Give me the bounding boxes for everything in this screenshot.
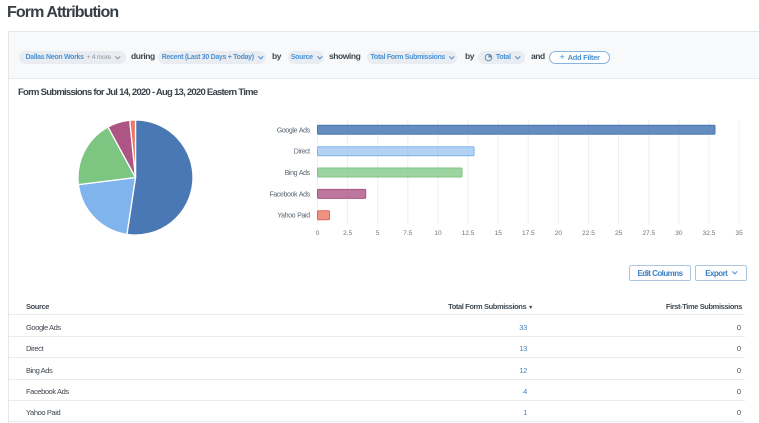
svg-text:2.5: 2.5 <box>343 230 352 237</box>
svg-text:27.5: 27.5 <box>642 230 655 237</box>
svg-text:5: 5 <box>376 230 380 237</box>
svg-text:Bing Ads: Bing Ads <box>285 170 311 177</box>
svg-text:32.5: 32.5 <box>703 230 716 237</box>
svg-text:Direct: Direct <box>294 149 310 156</box>
svg-text:7.5: 7.5 <box>403 230 412 237</box>
svg-text:35: 35 <box>735 230 743 237</box>
svg-text:22.5: 22.5 <box>582 230 595 237</box>
svg-text:Yahoo Paid: Yahoo Paid <box>277 213 310 220</box>
svg-text:10: 10 <box>434 230 442 237</box>
svg-text:30: 30 <box>675 230 683 237</box>
svg-text:0: 0 <box>316 230 320 237</box>
svg-text:25: 25 <box>615 230 623 237</box>
svg-text:12.5: 12.5 <box>462 230 475 237</box>
svg-text:17.5: 17.5 <box>522 230 535 237</box>
svg-text:20: 20 <box>555 230 563 237</box>
svg-text:Facebook Ads: Facebook Ads <box>270 191 311 198</box>
svg-text:15: 15 <box>495 230 503 237</box>
svg-text:Google Ads: Google Ads <box>277 127 311 134</box>
